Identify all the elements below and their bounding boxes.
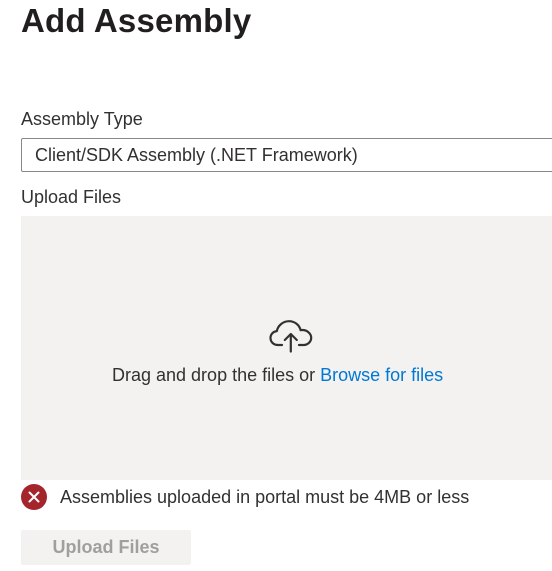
assembly-type-label: Assembly Type (21, 109, 143, 129)
error-message-text: Assemblies uploaded in portal must be 4M… (60, 486, 470, 507)
upload-files-button[interactable]: Upload Files (21, 530, 191, 565)
assembly-type-dropdown[interactable]: Client/SDK Assembly (.NET Framework) (21, 138, 552, 172)
assembly-type-selected-value: Client/SDK Assembly (.NET Framework) (35, 145, 358, 165)
dropzone-instructions: Drag and drop the files or Browse for fi… (112, 365, 443, 386)
page-title: Add Assembly (21, 2, 252, 39)
browse-files-link[interactable]: Browse for files (320, 365, 443, 385)
error-message-row: Assemblies uploaded in portal must be 4M… (21, 484, 469, 510)
error-circle-icon (21, 484, 47, 510)
drag-drop-text: Drag and drop the files or (112, 365, 321, 385)
add-assembly-panel: Add Assembly Assembly Type Client/SDK As… (0, 0, 552, 571)
cloud-upload-icon (268, 319, 314, 353)
upload-files-label: Upload Files (21, 187, 122, 207)
file-dropzone[interactable]: Drag and drop the files or Browse for fi… (21, 216, 552, 480)
